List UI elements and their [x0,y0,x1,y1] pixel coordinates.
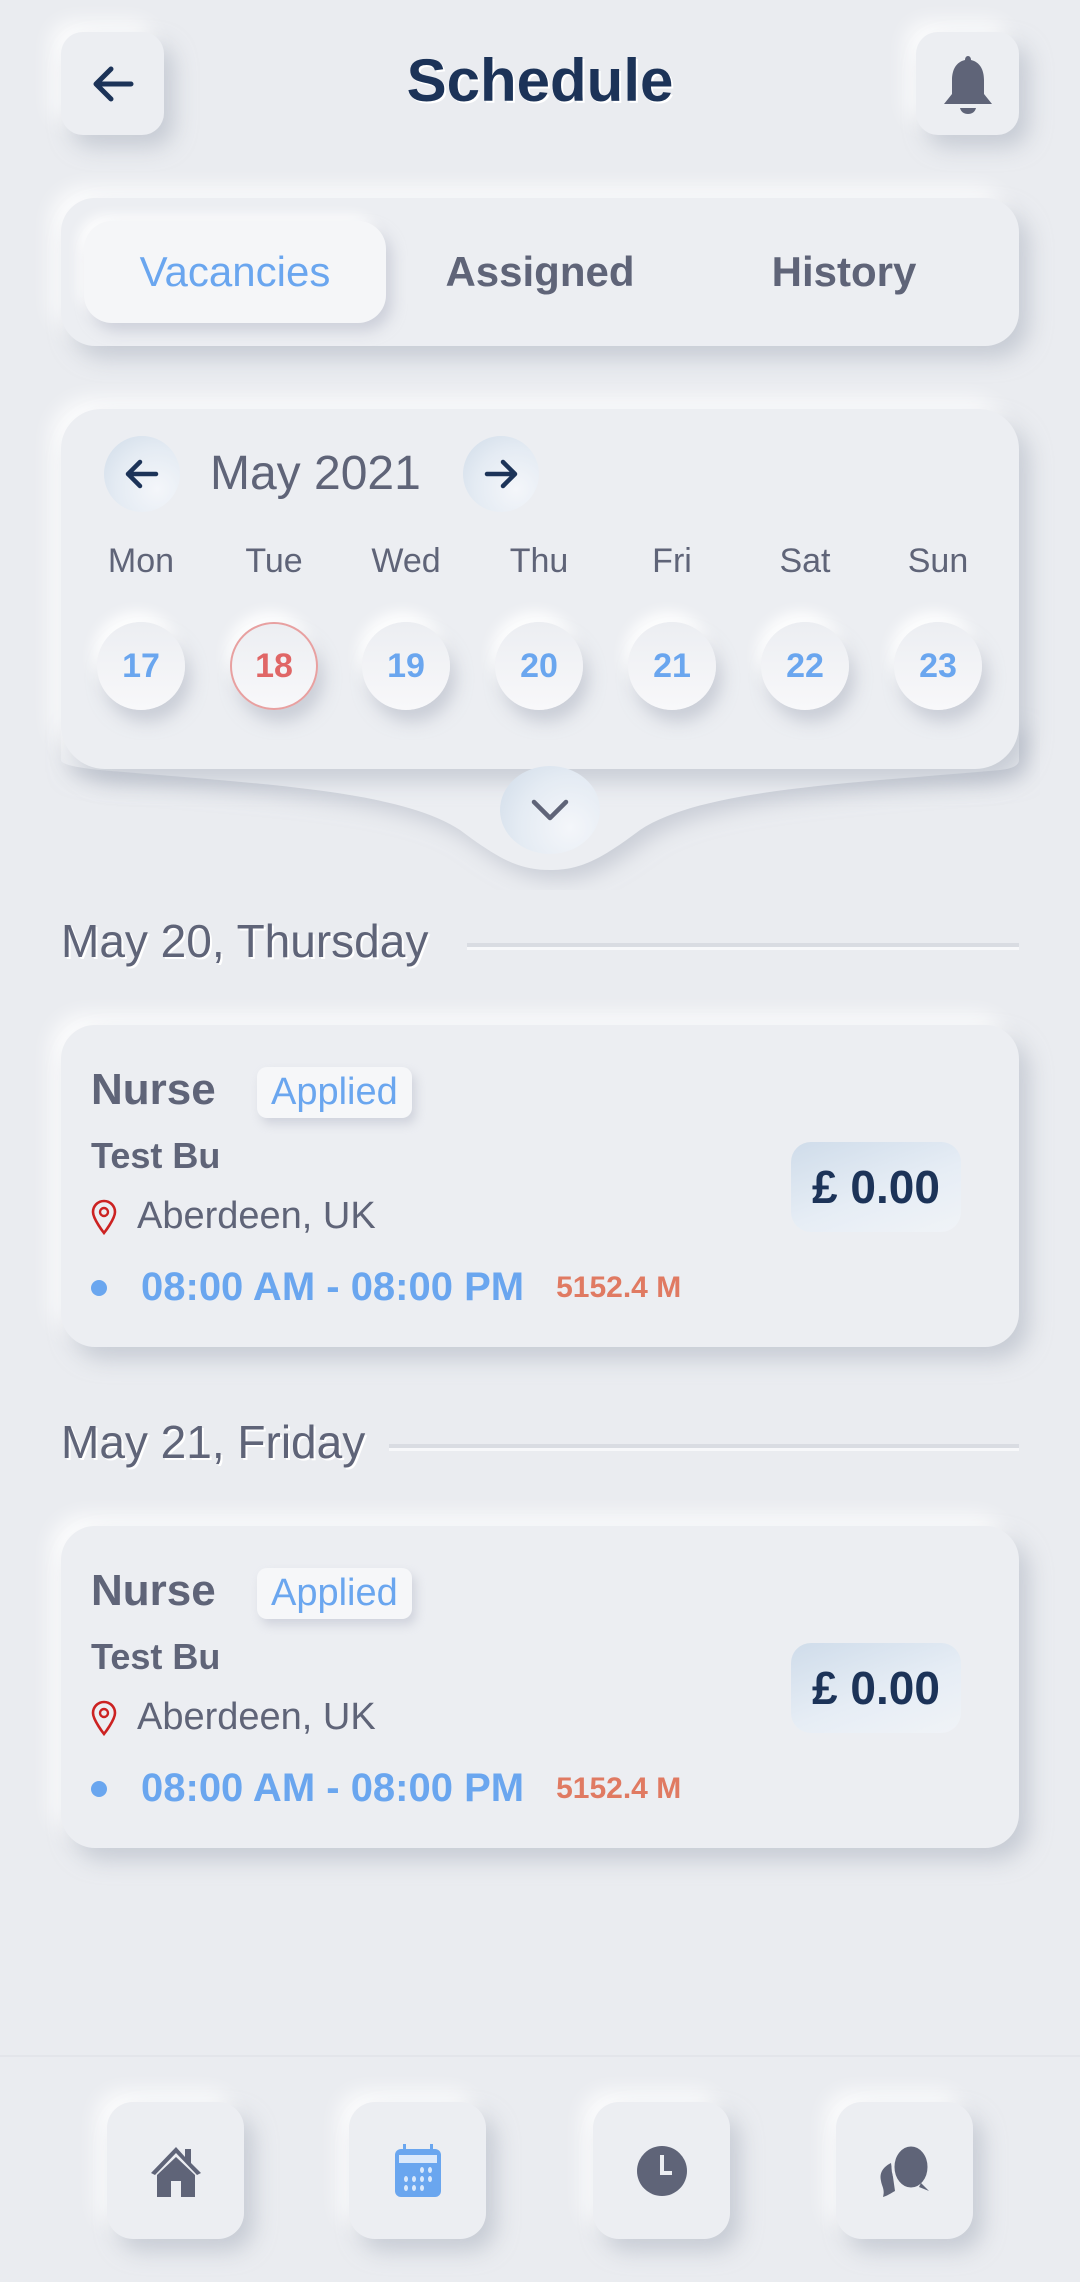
date-20[interactable]: 20 [495,622,583,710]
job-role: Nurse [91,1566,216,1615]
month-label: May 2021 [210,447,421,500]
weekday-label: Tue [245,542,303,580]
bottom-nav [0,2055,1080,2282]
tab-bar: Vacancies Assigned History [61,198,1019,346]
calendar-icon [394,2143,441,2197]
nav-history[interactable] [593,2102,730,2239]
section-divider [389,1444,1019,1451]
prev-month-button[interactable] [104,436,180,512]
arrow-right-icon [484,459,518,489]
date-18-today[interactable]: 18 [230,622,318,710]
chevron-down-icon [531,799,569,821]
next-month-button[interactable] [463,436,539,512]
job-card[interactable]: Nurse Applied Test Bu Aberdeen, UK 08:00… [61,1526,1019,1848]
section-heading: May 20, Thursday [61,915,429,967]
date-22[interactable]: 22 [761,622,849,710]
nav-messages[interactable] [836,2102,973,2239]
time-dot-icon [91,1279,107,1296]
tab-assigned[interactable]: Assigned [389,221,691,323]
job-location: Aberdeen, UK [91,1195,376,1238]
chat-icon [879,2143,930,2197]
section-divider [467,943,1019,950]
location-pin-icon [91,1199,117,1235]
date-21[interactable]: 21 [628,622,716,710]
weekday-label: Sat [779,542,831,580]
job-company: Test Bu [91,1135,221,1176]
job-role: Nurse [91,1065,216,1114]
tab-history[interactable]: History [693,221,995,323]
status-badge: Applied [257,1568,412,1619]
job-time-row: 08:00 AM - 08:00 PM 5152.4 M [91,1265,681,1310]
job-distance: 5152.4 M [556,1771,682,1805]
job-location: Aberdeen, UK [91,1696,376,1739]
nav-home[interactable] [107,2102,244,2239]
job-company: Test Bu [91,1636,221,1677]
weekday-label: Wed [371,542,441,580]
weekday-label: Mon [107,542,175,580]
job-time: 08:00 AM - 08:00 PM [141,1265,525,1309]
location-text: Aberdeen, UK [137,1696,376,1738]
nav-schedule[interactable] [349,2102,486,2239]
clock-icon [636,2145,687,2196]
location-pin-icon [91,1700,117,1736]
status-badge: Applied [257,1067,412,1118]
location-text: Aberdeen, UK [137,1195,376,1237]
job-price: £ 0.00 [791,1643,961,1733]
weekday-label: Fri [652,542,692,580]
notification-button[interactable] [916,32,1019,135]
job-card[interactable]: Nurse Applied Test Bu Aberdeen, UK 08:00… [61,1025,1019,1347]
bell-icon [943,55,992,114]
section-heading: May 21, Friday [61,1416,366,1468]
job-time: 08:00 AM - 08:00 PM [141,1766,525,1810]
arrow-left-icon [125,459,159,489]
job-time-row: 08:00 AM - 08:00 PM 5152.4 M [91,1766,681,1811]
home-icon [150,2146,201,2197]
tab-vacancies[interactable]: Vacancies [84,221,386,323]
time-dot-icon [91,1780,107,1797]
date-17[interactable]: 17 [97,622,185,710]
calendar-card [61,409,1019,769]
expand-calendar-button[interactable] [500,766,600,854]
weekday-label: Sun [907,542,969,580]
date-19[interactable]: 19 [362,622,450,710]
date-23[interactable]: 23 [894,622,982,710]
job-price: £ 0.00 [791,1142,961,1232]
weekday-label: Thu [509,542,569,580]
job-distance: 5152.4 M [556,1270,682,1304]
